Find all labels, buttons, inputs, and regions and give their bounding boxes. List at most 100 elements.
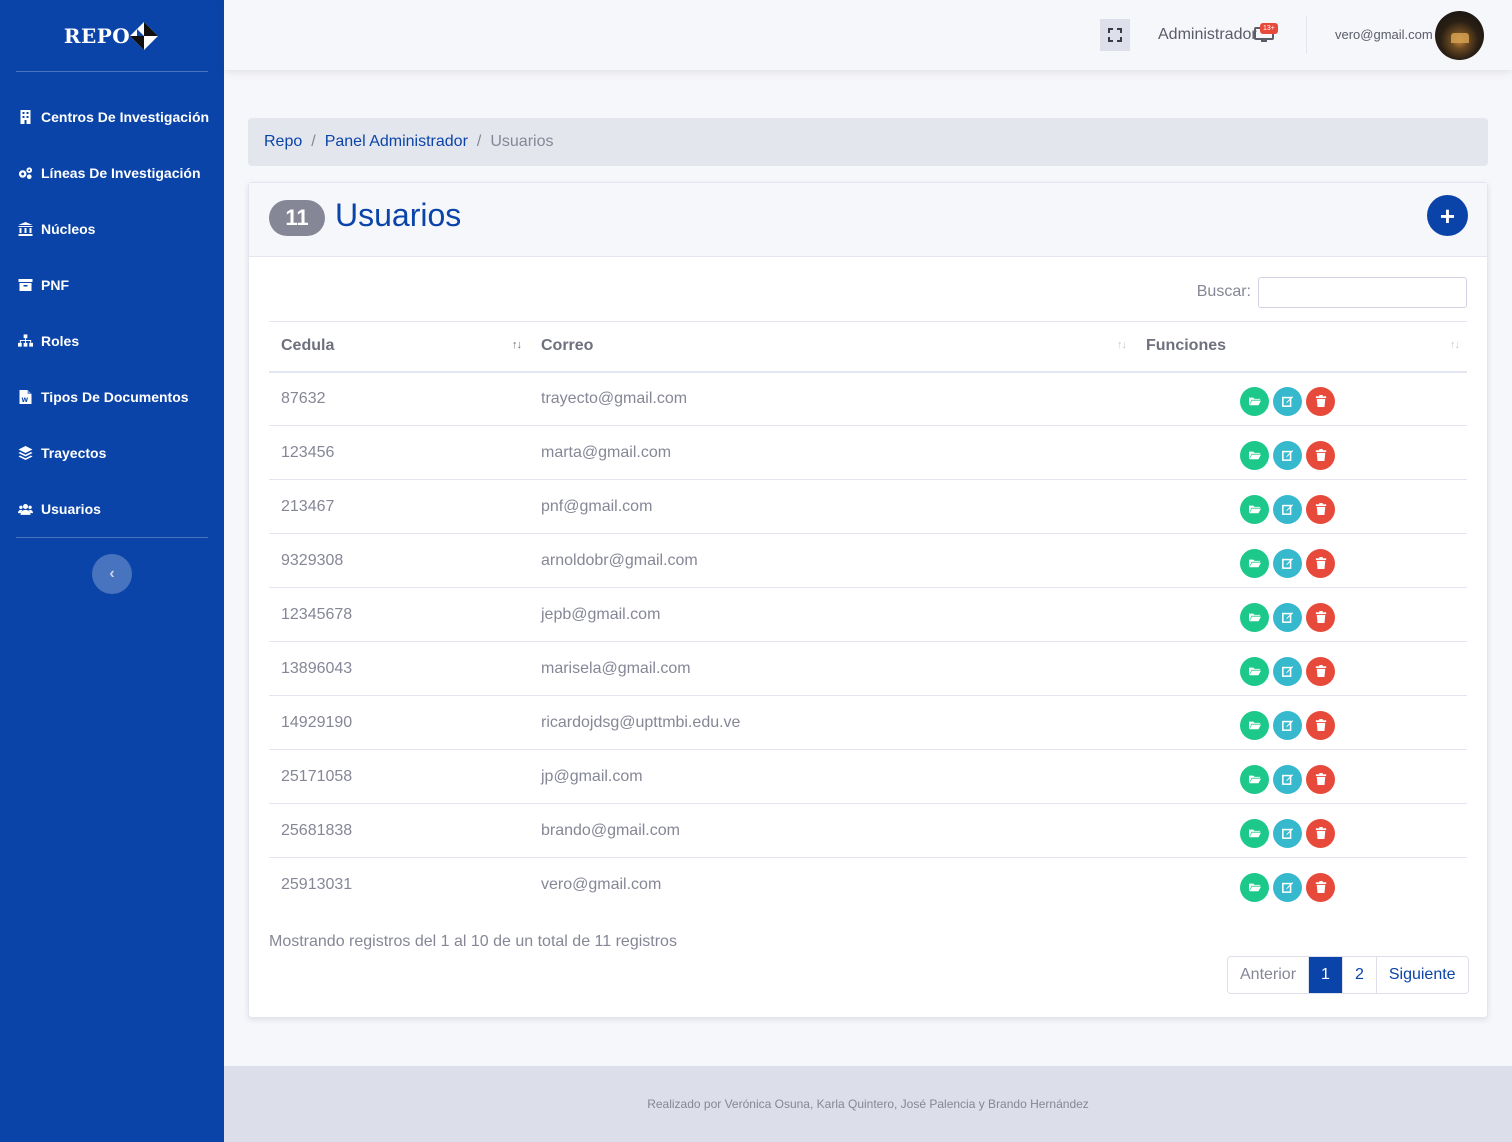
sidebar-item-roles[interactable]: Roles xyxy=(0,313,224,369)
view-button[interactable] xyxy=(1240,872,1269,902)
delete-button[interactable] xyxy=(1306,386,1335,416)
cell-cedula: 13896043 xyxy=(281,659,353,677)
cell-funciones xyxy=(1134,534,1467,588)
delete-button[interactable] xyxy=(1306,440,1335,470)
edit-button[interactable] xyxy=(1273,494,1302,524)
table-row: 12345678 jepb@gmail.com xyxy=(269,588,1467,642)
view-button[interactable] xyxy=(1240,710,1269,740)
edit-button[interactable] xyxy=(1273,602,1302,632)
column-header-cedula[interactable]: Cedula ↑↓ xyxy=(269,322,529,372)
breadcrumb: Repo / Panel Administrador / Usuarios xyxy=(248,118,1488,166)
avatar[interactable] xyxy=(1435,11,1484,60)
delete-button[interactable] xyxy=(1306,710,1335,740)
edit-icon xyxy=(1281,395,1294,408)
sidebar-item-label: Centros De Investigación xyxy=(41,109,210,125)
user-count-badge: 11 xyxy=(269,200,325,236)
search-input[interactable] xyxy=(1258,276,1467,308)
cell-funciones xyxy=(1134,858,1467,912)
breadcrumb-current: Usuarios xyxy=(490,133,554,150)
view-button[interactable] xyxy=(1240,386,1269,416)
pagination-prev[interactable]: Anterior xyxy=(1228,957,1309,993)
cell-correo: pnf@gmail.com xyxy=(541,497,653,515)
edit-button[interactable] xyxy=(1273,656,1302,686)
column-header-correo[interactable]: Correo ↑↓ xyxy=(529,322,1134,372)
edit-icon xyxy=(1281,719,1294,731)
page-title: Usuarios xyxy=(335,197,462,233)
delete-button[interactable] xyxy=(1306,656,1335,686)
sidebar-toggle-button[interactable]: ‹ xyxy=(92,554,132,594)
delete-button[interactable] xyxy=(1306,818,1335,848)
brand[interactable]: REPO xyxy=(0,0,224,71)
edit-button[interactable] xyxy=(1273,710,1302,740)
view-button[interactable] xyxy=(1240,440,1269,470)
sidebar-item-label: Tipos De Documentos xyxy=(41,389,189,405)
folder-open-icon xyxy=(1248,881,1261,893)
column-header-funciones[interactable]: Funciones ↑↓ xyxy=(1134,322,1467,372)
delete-button[interactable] xyxy=(1306,548,1335,578)
file-word-icon: W xyxy=(16,390,34,404)
cell-correo: marisela@gmail.com xyxy=(541,659,691,677)
sidebar-item-tipos-de-documentos[interactable]: W Tipos De Documentos xyxy=(0,369,224,425)
trash-icon xyxy=(1315,503,1327,515)
pagination: Anterior 1 2 Siguiente xyxy=(1227,956,1469,994)
table-header-row: Cedula ↑↓ Correo ↑↓ Funciones ↑↓ xyxy=(269,321,1467,372)
sidebar-item-label: Líneas De Investigación xyxy=(41,165,201,181)
sort-icon: ↑↓ xyxy=(512,339,522,351)
sidebar-item-centros-de-investigación[interactable]: Centros De Investigación xyxy=(0,89,224,145)
pagination-next[interactable]: Siguiente xyxy=(1375,957,1468,993)
admin-dropdown[interactable]: Administrador xyxy=(1158,26,1257,44)
cell-correo: arnoldobr@gmail.com xyxy=(541,551,698,569)
delete-button[interactable] xyxy=(1306,764,1335,794)
folder-open-icon xyxy=(1248,611,1261,623)
sort-icon: ↑↓ xyxy=(1117,339,1127,351)
edit-button[interactable] xyxy=(1273,818,1302,848)
breadcrumb-repo[interactable]: Repo xyxy=(264,133,302,151)
cell-cedula: 12345678 xyxy=(281,605,353,623)
delete-button[interactable] xyxy=(1306,602,1335,632)
sidebar-item-núcleos[interactable]: Núcleos xyxy=(0,201,224,257)
view-button[interactable] xyxy=(1240,818,1269,848)
fullscreen-button[interactable] xyxy=(1100,19,1130,51)
folder-open-icon xyxy=(1248,719,1261,731)
sidebar-item-usuarios[interactable]: Usuarios xyxy=(0,481,224,537)
cell-correo: marta@gmail.com xyxy=(541,443,672,461)
delete-button[interactable] xyxy=(1306,494,1335,524)
cell-correo: vero@gmail.com xyxy=(541,875,662,893)
edit-icon xyxy=(1281,503,1294,515)
breadcrumb-separator: / xyxy=(476,133,482,150)
view-button[interactable] xyxy=(1240,656,1269,686)
pagination-page-2[interactable]: 2 xyxy=(1341,957,1376,993)
search-row: Buscar: xyxy=(269,276,1467,308)
edit-button[interactable] xyxy=(1273,764,1302,794)
edit-button[interactable] xyxy=(1273,386,1302,416)
cell-cedula: 14929190 xyxy=(281,713,353,731)
view-button[interactable] xyxy=(1240,602,1269,632)
building-icon xyxy=(16,110,34,124)
add-user-button[interactable]: + xyxy=(1427,195,1468,236)
user-email[interactable]: vero@gmail.com xyxy=(1335,27,1433,42)
sidebar-item-líneas-de-investigación[interactable]: Líneas De Investigación xyxy=(0,145,224,201)
edit-icon xyxy=(1281,665,1294,677)
cell-cedula: 9329308 xyxy=(281,551,344,569)
edit-button[interactable] xyxy=(1273,548,1302,578)
view-button[interactable] xyxy=(1240,494,1269,524)
folder-open-icon xyxy=(1248,773,1261,785)
footer-credits: Realizado por Verónica Osuna, Karla Quin… xyxy=(647,1097,1089,1111)
edit-button[interactable] xyxy=(1273,440,1302,470)
breadcrumb-panel-administrador[interactable]: Panel Administrador xyxy=(325,133,468,151)
trash-icon xyxy=(1315,773,1327,785)
view-button[interactable] xyxy=(1240,764,1269,794)
trash-icon xyxy=(1315,665,1327,677)
folder-open-icon xyxy=(1248,557,1261,569)
delete-button[interactable] xyxy=(1306,872,1335,902)
sidebar-item-pnf[interactable]: PNF xyxy=(0,257,224,313)
trash-icon xyxy=(1315,449,1327,461)
sidebar-item-label: Trayectos xyxy=(41,445,107,461)
cell-cedula: 87632 xyxy=(281,389,326,407)
cell-correo: trayecto@gmail.com xyxy=(541,389,688,407)
cell-funciones xyxy=(1134,588,1467,642)
pagination-page-1[interactable]: 1 xyxy=(1308,957,1342,993)
edit-button[interactable] xyxy=(1273,872,1302,902)
sidebar-item-trayectos[interactable]: Trayectos xyxy=(0,425,224,481)
view-button[interactable] xyxy=(1240,548,1269,578)
